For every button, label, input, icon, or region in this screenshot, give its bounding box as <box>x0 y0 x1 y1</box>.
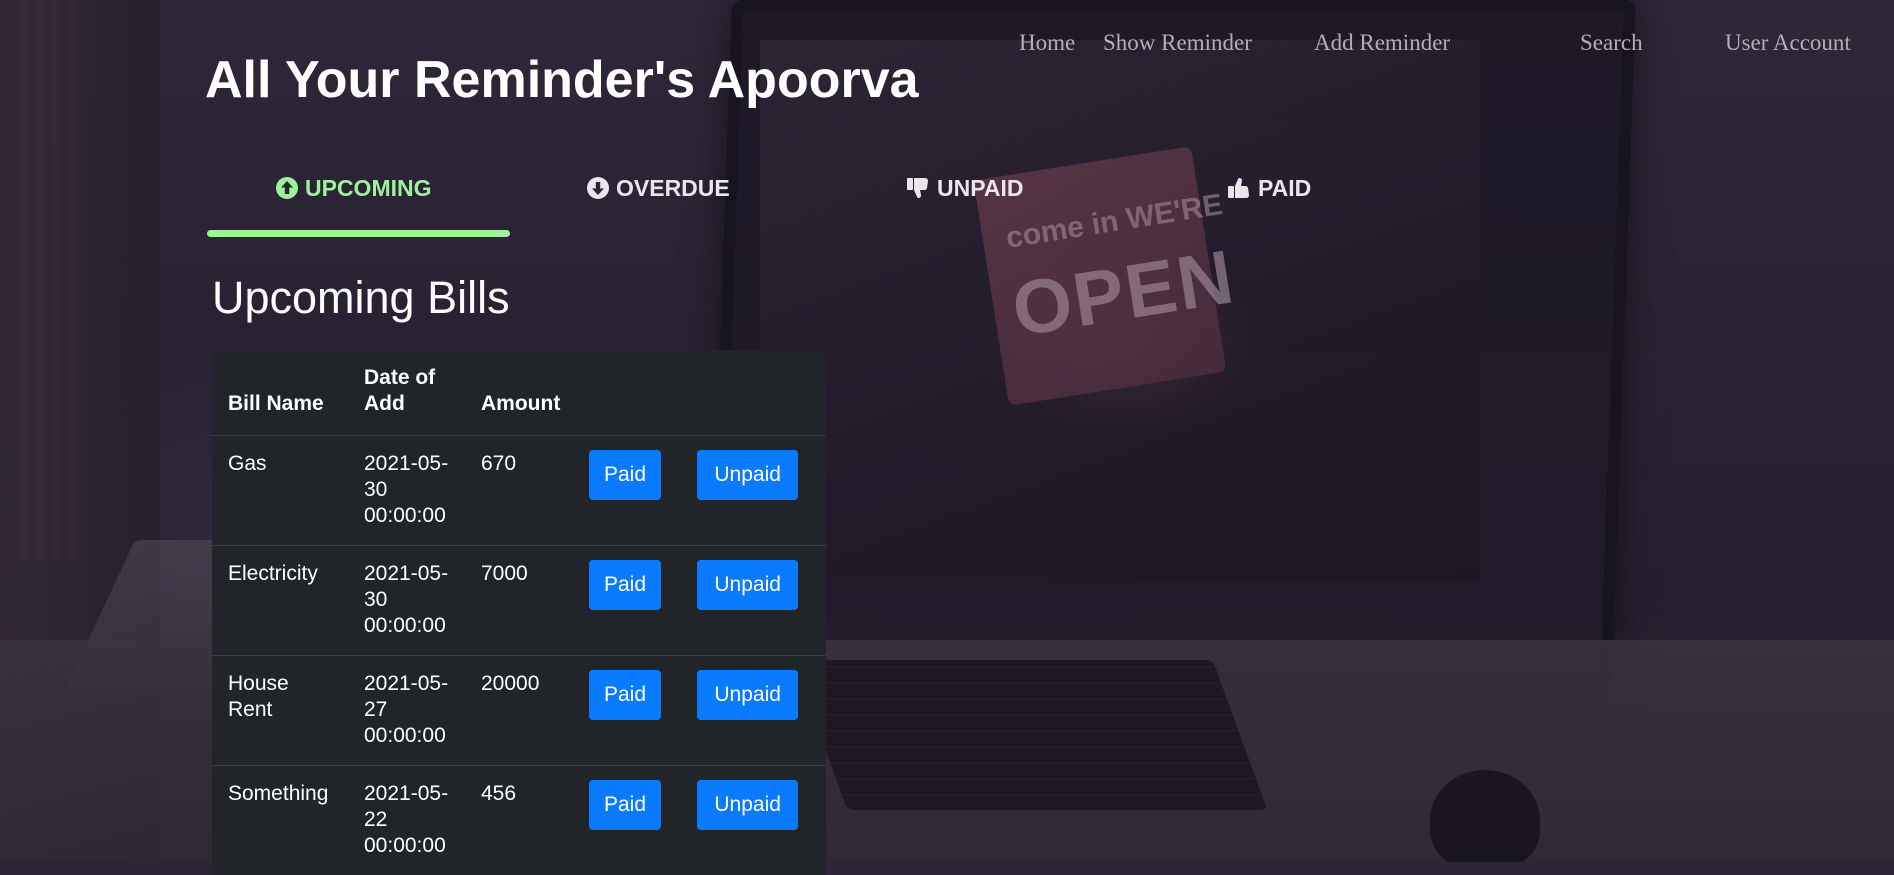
header-amount: Amount <box>465 350 577 436</box>
bill-name: Gas <box>212 436 348 546</box>
tab-unpaid[interactable]: UNPAID <box>905 168 1023 208</box>
unpaid-button[interactable]: Unpaid <box>697 560 798 610</box>
bill-name: House Rent <box>212 656 348 766</box>
bill-amount: 20000 <box>465 656 577 766</box>
nav-search-link[interactable]: Search <box>1580 30 1643 56</box>
header-empty <box>577 350 685 436</box>
nav-home-link[interactable]: Home <box>1019 30 1075 56</box>
nav-add-reminder-link[interactable]: Add Reminder <box>1314 30 1450 56</box>
thumbs-up-icon <box>1226 175 1252 201</box>
tab-label: UNPAID <box>937 175 1023 202</box>
header-date-of-add: Date of Add <box>348 350 465 436</box>
bills-table: Bill Name Date of Add Amount Gas 2021-05… <box>212 350 826 875</box>
bill-date: 2021-05-22 00:00:00 <box>348 766 465 875</box>
unpaid-button[interactable]: Unpaid <box>697 780 798 830</box>
tab-label: PAID <box>1258 175 1311 202</box>
paid-button[interactable]: Paid <box>589 450 661 500</box>
tab-upcoming[interactable]: UPCOMING <box>275 168 432 208</box>
arrow-circle-up-icon <box>275 176 299 200</box>
bill-date: 2021-05-30 00:00:00 <box>348 546 465 656</box>
unpaid-button[interactable]: Unpaid <box>697 450 798 500</box>
page-title: All Your Reminder's Apoorva <box>205 50 919 110</box>
nav-show-reminder-link[interactable]: Show Reminder <box>1103 30 1252 56</box>
bill-date: 2021-05-27 00:00:00 <box>348 656 465 766</box>
bill-amount: 456 <box>465 766 577 875</box>
paid-button[interactable]: Paid <box>589 560 661 610</box>
bill-date: 2021-05-30 00:00:00 <box>348 436 465 546</box>
thumbs-down-icon <box>905 175 931 201</box>
active-tab-indicator <box>207 230 510 237</box>
unpaid-button[interactable]: Unpaid <box>697 670 798 720</box>
bill-name: Electricity <box>212 546 348 656</box>
paid-button[interactable]: Paid <box>589 670 661 720</box>
bill-name: Something <box>212 766 348 875</box>
arrow-circle-down-icon <box>586 176 610 200</box>
nav-user-account-link[interactable]: User Account <box>1725 30 1851 56</box>
header-bill-name: Bill Name <box>212 350 348 436</box>
section-title: Upcoming Bills <box>212 272 510 324</box>
tab-label: UPCOMING <box>305 175 432 202</box>
tab-paid[interactable]: PAID <box>1226 168 1311 208</box>
table-row: House Rent 2021-05-27 00:00:00 20000 Pai… <box>212 656 826 766</box>
table-row: Something 2021-05-22 00:00:00 456 Paid U… <box>212 766 826 875</box>
table-row: Gas 2021-05-30 00:00:00 670 Paid Unpaid <box>212 436 826 546</box>
table-header-row: Bill Name Date of Add Amount <box>212 350 826 436</box>
tab-overdue[interactable]: OVERDUE <box>586 168 730 208</box>
bill-tabs: UPCOMING OVERDUE UNPAID PAID <box>207 168 1427 240</box>
tab-label: OVERDUE <box>616 175 730 202</box>
bill-amount: 670 <box>465 436 577 546</box>
paid-button[interactable]: Paid <box>589 780 661 830</box>
header-empty <box>685 350 826 436</box>
bill-amount: 7000 <box>465 546 577 656</box>
table-row: Electricity 2021-05-30 00:00:00 7000 Pai… <box>212 546 826 656</box>
